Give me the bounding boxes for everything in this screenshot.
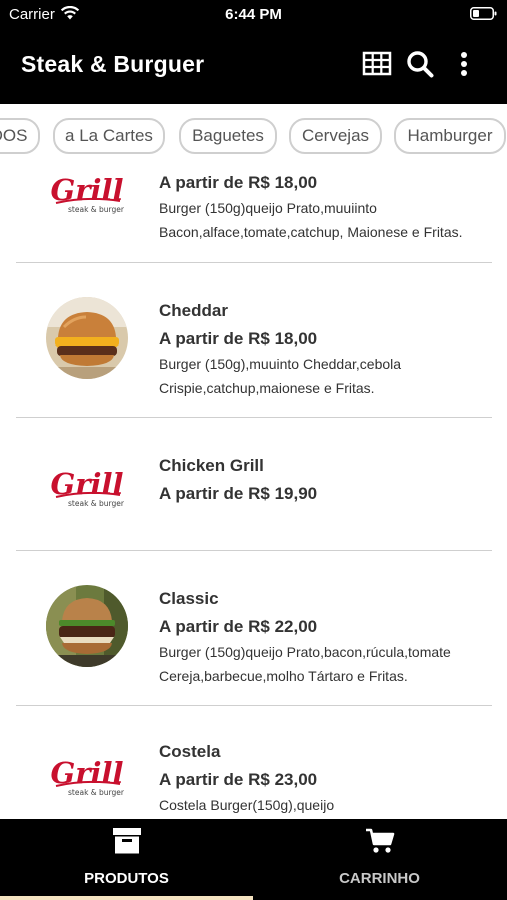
category-chip[interactable]: Baguetes	[179, 118, 277, 154]
cheddar-burger-photo	[46, 297, 128, 379]
product-item[interactable]: Grill steak & burger Costela A partir de…	[0, 706, 507, 819]
product-item[interactable]: Cheddar A partir de R$ 18,00 Burger (150…	[0, 263, 507, 417]
grill-logo: Grill steak & burger	[46, 740, 128, 819]
product-description: Burger (150g),muuinto Cheddar,cebola Cri…	[159, 356, 402, 396]
product-item[interactable]: Classic A partir de R$ 22,00 Burger (150…	[0, 551, 507, 705]
category-chip[interactable]: a La Cartes	[53, 118, 165, 154]
product-list: Grill steak & burger A partir de R$ 18,0…	[0, 168, 507, 819]
svg-text:steak & burger: steak & burger	[68, 499, 125, 508]
active-tab-indicator	[0, 896, 253, 900]
tab-produtos[interactable]: PRODUTOS	[0, 819, 253, 900]
tab-label: CARRINHO	[339, 870, 420, 887]
tab-label: PRODUTOS	[84, 870, 169, 887]
shopping-cart-icon	[366, 828, 395, 853]
search-button[interactable]	[404, 48, 436, 80]
category-chips: DOS a La Cartes Baguetes Cervejas Hambur…	[0, 104, 507, 168]
page-title: Steak & Burguer	[21, 51, 205, 77]
search-icon	[407, 51, 434, 78]
app-bar: Steak & Burguer	[0, 28, 507, 104]
svg-text:steak & burger: steak & burger	[68, 205, 125, 214]
product-price: A partir de R$ 23,00	[159, 770, 318, 789]
category-chip[interactable]: Hamburger	[394, 118, 506, 154]
product-description: Burger (150g)queijo Prato,bacon,rúcula,t…	[159, 644, 451, 684]
archive-box-icon	[113, 828, 141, 854]
battery-icon	[470, 7, 497, 20]
more-options-button[interactable]	[452, 48, 476, 80]
product-price: A partir de R$ 18,00	[159, 173, 318, 192]
burger-photo	[46, 297, 128, 379]
grid-view-button[interactable]	[361, 48, 393, 80]
product-name: Costela	[159, 742, 221, 761]
product-price: A partir de R$ 22,00	[159, 617, 318, 636]
product-item[interactable]: Grill steak & burger A partir de R$ 18,0…	[0, 168, 507, 262]
svg-text:steak & burger: steak & burger	[68, 788, 125, 797]
bottom-nav: PRODUTOS CARRINHO	[0, 819, 507, 900]
grill-logo: Grill steak & burger	[46, 168, 128, 239]
grill-logo-image: Grill steak & burger	[50, 467, 125, 508]
grill-logo-image: Grill steak & burger	[50, 173, 125, 214]
product-name: Chicken Grill	[159, 456, 264, 475]
product-name: Cheddar	[159, 301, 228, 320]
classic-burger-photo	[46, 585, 128, 667]
more-vert-icon	[461, 52, 467, 76]
status-time: 6:44 PM	[225, 6, 282, 23]
product-price: A partir de R$ 19,90	[159, 484, 318, 503]
category-chip[interactable]: DOS	[0, 118, 40, 154]
product-description: Costela Burger(150g),queijo	[159, 797, 335, 813]
status-bar: Carrier 6:44 PM	[0, 0, 507, 28]
grill-logo-image: Grill steak & burger	[50, 756, 125, 797]
grid-icon	[362, 51, 392, 76]
product-price: A partir de R$ 18,00	[159, 329, 318, 348]
grill-logo: Grill steak & burger	[46, 451, 128, 533]
product-description: Burger (150g)queijo Prato,muuiinto Bacon…	[159, 200, 463, 240]
category-chip[interactable]: Cervejas	[289, 118, 382, 154]
product-item[interactable]: Grill steak & burger Chicken Grill A par…	[0, 418, 507, 550]
tab-carrinho[interactable]: CARRINHO	[253, 819, 506, 900]
burger-photo	[46, 585, 128, 667]
product-name: Classic	[159, 589, 219, 608]
